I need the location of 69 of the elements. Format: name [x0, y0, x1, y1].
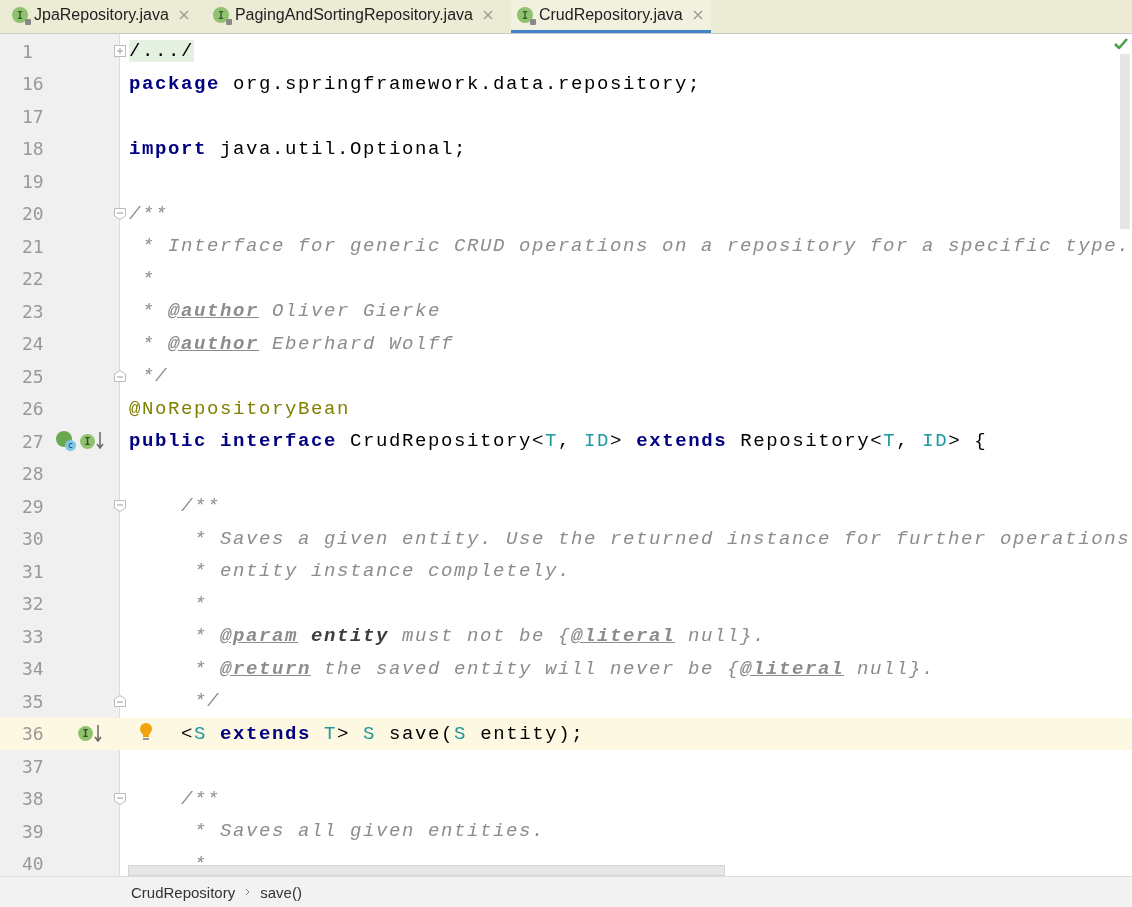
line-number: 31	[22, 560, 45, 582]
file-tab[interactable]: I PagingAndSortingRepository.java	[206, 0, 501, 33]
line-number: 17	[22, 105, 45, 127]
close-icon[interactable]	[692, 10, 703, 20]
close-icon[interactable]	[482, 10, 493, 20]
line-number: 20	[22, 203, 45, 225]
chevron-icon	[245, 888, 251, 896]
line-number: 26	[22, 398, 45, 420]
line-number: 29	[22, 495, 45, 517]
code-line: * @param entity must not be {@literal null}.	[194, 625, 767, 648]
line-number: 18	[22, 138, 45, 160]
code-line: *	[142, 267, 155, 290]
breadcrumb[interactable]: CrudRepository	[131, 883, 236, 901]
code-line: * @author Eberhard Wolff	[142, 332, 455, 355]
file-tab[interactable]: I CrudRepository.java	[510, 0, 711, 33]
file-tab[interactable]: I JpaRepository.java	[6, 0, 197, 33]
line-number: 30	[22, 528, 45, 550]
code-line: /**	[129, 202, 168, 225]
breadcrumb[interactable]: save()	[260, 883, 302, 901]
code-line: * @return the saved entity will never be {@literal null}.	[194, 657, 936, 680]
code-line: */	[194, 690, 220, 713]
code-line: *	[194, 592, 207, 615]
code-line: import java.util.Optional;	[129, 137, 468, 160]
interface-icon: I	[212, 7, 229, 23]
line-number: 19	[22, 170, 45, 192]
line-number: 27	[22, 430, 45, 452]
code-line: * Saves all given entities.	[194, 820, 546, 843]
code-line: * Interface for generic CRUD operations on a repository for a specific type.	[142, 235, 1131, 258]
lightbulb-icon[interactable]	[139, 722, 153, 741]
interface-icon: I	[12, 7, 28, 23]
line-number: 39	[22, 820, 45, 842]
check-icon	[1114, 38, 1128, 49]
code-line: * @author Oliver Gierke	[142, 300, 442, 323]
line-number: 35	[22, 690, 45, 712]
code-line: */	[142, 365, 168, 388]
expand-icon[interactable]	[114, 45, 126, 57]
line-number: 25	[22, 365, 45, 387]
line-number: 34	[22, 658, 45, 680]
vertical-scrollbar[interactable]	[1120, 54, 1130, 229]
line-number: 33	[22, 625, 45, 647]
line-number: 21	[22, 235, 45, 257]
code-line: *	[194, 852, 207, 875]
code-line: /**	[181, 495, 220, 518]
line-number: 28	[22, 463, 45, 485]
code-line: public interface CrudRepository<T, ID> extends Repository<T, ID> {	[129, 430, 988, 453]
horizontal-scrollbar[interactable]	[128, 865, 725, 876]
code-line: package org.springframework.data.repository;	[129, 72, 702, 95]
line-number: 1	[22, 40, 34, 62]
line-number: 32	[22, 593, 45, 615]
collapse-icon[interactable]	[114, 792, 126, 805]
code-line: @NoRepositoryBean	[129, 397, 351, 420]
line-number: 38	[22, 788, 45, 810]
line-number: 36	[22, 723, 45, 745]
collapse-icon[interactable]	[114, 695, 126, 707]
close-icon[interactable]	[178, 10, 189, 20]
line-number: 16	[22, 73, 45, 95]
collapse-icon[interactable]	[114, 370, 126, 382]
line-number: 22	[22, 268, 45, 290]
code-line: * Saves a given entity. Use the returned instance for further operations	[194, 527, 1131, 550]
line-number: 24	[22, 333, 45, 355]
line-number: 40	[22, 853, 45, 875]
code-line: <S extends T> S save(S entity);	[181, 722, 585, 745]
collapse-icon[interactable]	[114, 500, 126, 512]
code-line: /**	[181, 787, 220, 810]
code-line: * entity instance completely.	[194, 560, 572, 583]
line-number: 23	[22, 300, 45, 322]
interface-icon: I	[516, 7, 533, 23]
collapse-icon[interactable]	[114, 207, 126, 220]
line-number: 37	[22, 755, 45, 777]
